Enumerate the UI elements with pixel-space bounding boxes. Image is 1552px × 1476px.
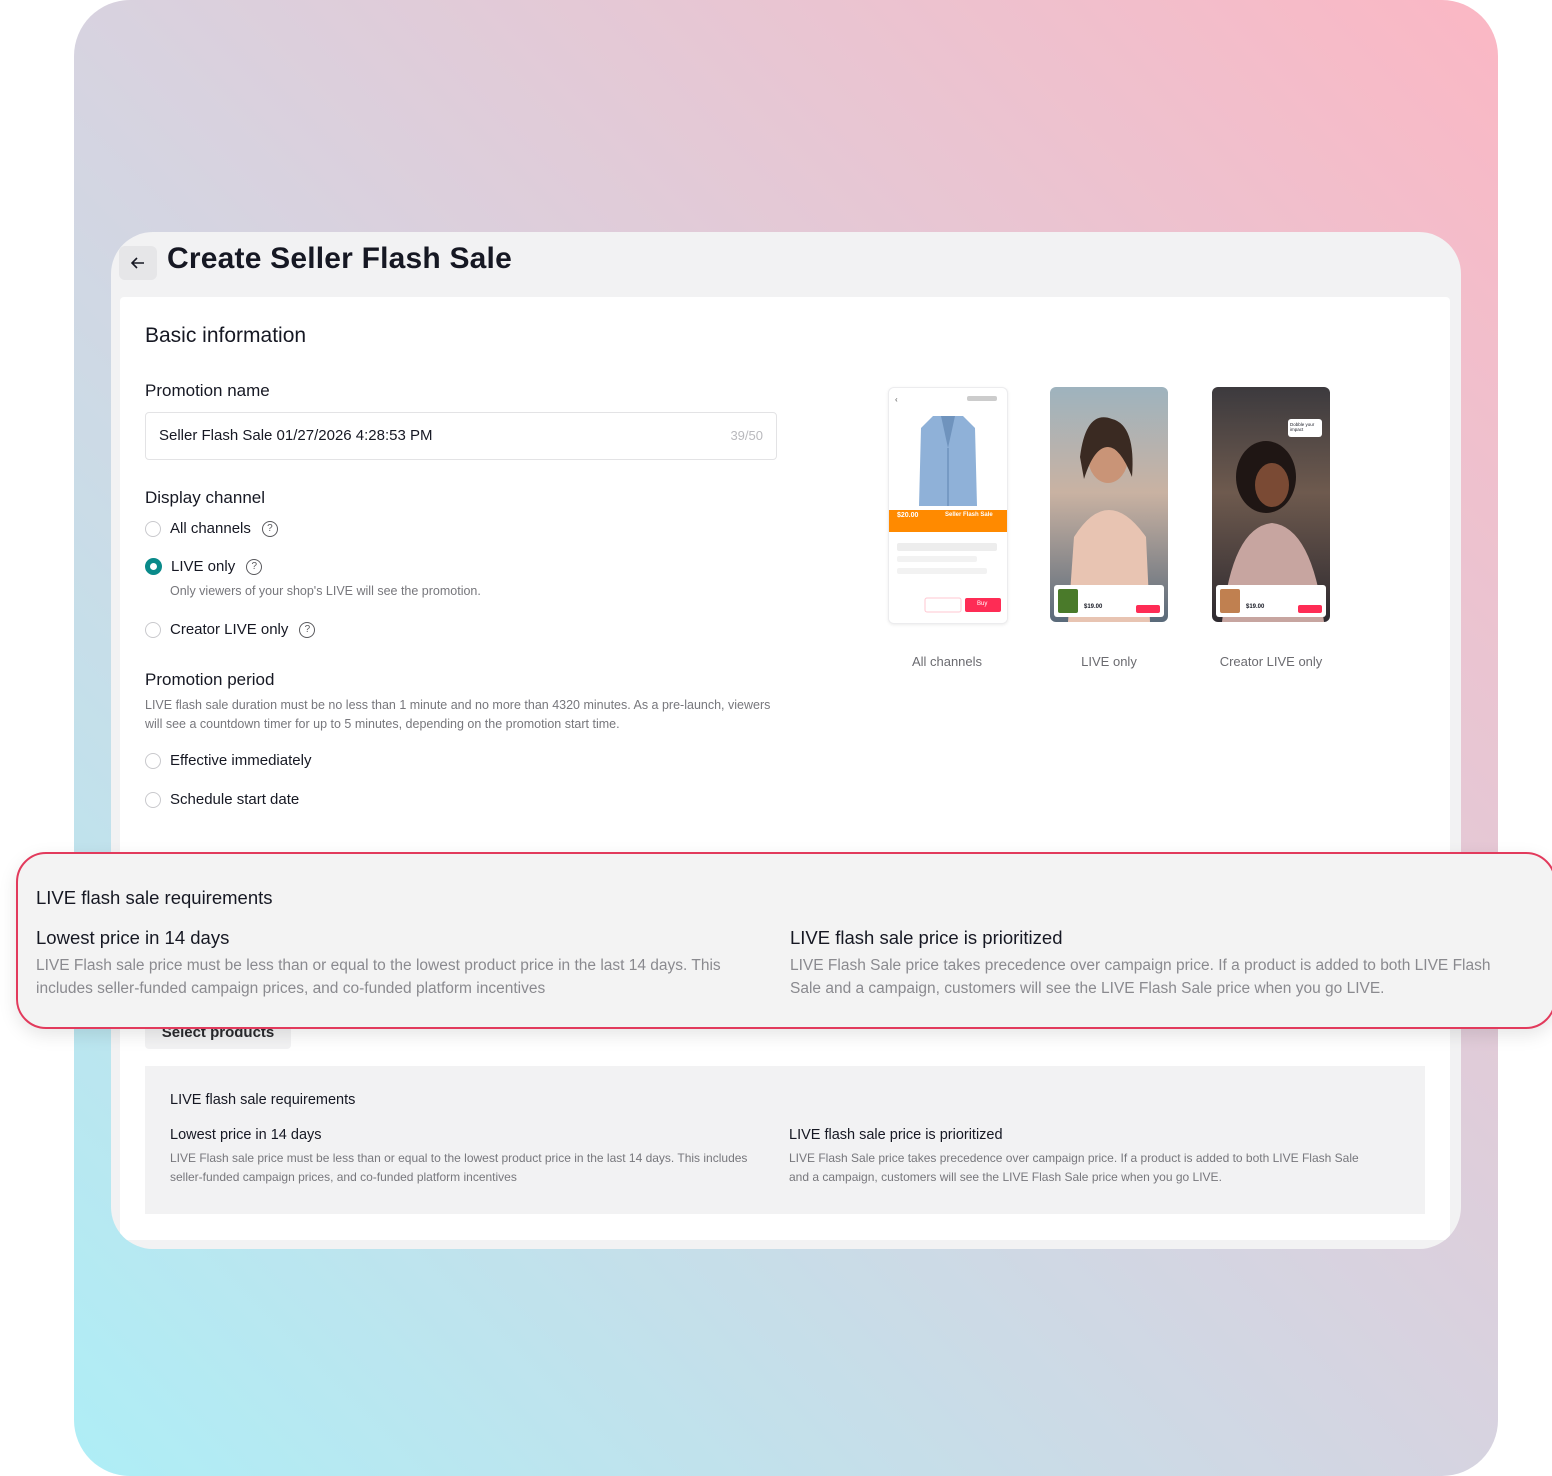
callout-text: LIVE Flash sale price must be less than …	[36, 957, 721, 997]
back-button[interactable]	[119, 246, 157, 280]
form-panel: Basic information Promotion name Seller …	[120, 297, 1450, 1240]
help-icon[interactable]: ?	[299, 621, 316, 638]
arrow-left-icon	[131, 257, 144, 269]
requirement-text: LIVE Flash sale price must be less than …	[170, 1151, 748, 1184]
radio-label: Schedule start date	[170, 791, 300, 808]
requirements-callout: LIVE flash sale requirements Lowest pric…	[16, 852, 1552, 1029]
radio-circle[interactable]	[145, 752, 161, 769]
preview-price: $20.00	[897, 512, 919, 519]
requirements-box: LIVE flash sale requirements Lowest pric…	[145, 1066, 1425, 1214]
requirement-heading: Lowest price in 14 days	[170, 1127, 322, 1143]
radio-schedule-start-date[interactable]: Schedule start date	[145, 791, 299, 808]
radio-circle[interactable]	[145, 621, 161, 638]
requirement-heading: LIVE flash sale price is prioritized	[789, 1127, 1003, 1143]
svg-text:‹: ‹	[895, 395, 898, 404]
radio-all-channels[interactable]: All channels ?	[145, 520, 278, 537]
radio-creator-live-only[interactable]: Creator LIVE only ?	[145, 621, 316, 638]
promotion-name-label: Promotion name	[145, 381, 270, 400]
callout-title: LIVE flash sale requirements	[36, 887, 273, 908]
page-title: Create Seller Flash Sale	[167, 242, 512, 275]
live-stream-mockup	[1054, 417, 1164, 622]
promotion-name-input[interactable]: Seller Flash Sale 01/27/2026 4:28:53 PM …	[145, 412, 777, 460]
help-icon[interactable]: ?	[261, 520, 278, 537]
char-count: 39/50	[730, 428, 763, 443]
radio-effective-immediately[interactable]: Effective immediately	[145, 752, 311, 769]
product-page-mockup: ‹	[889, 395, 1007, 623]
preview-buy: Buy	[977, 601, 988, 607]
radio-circle-checked[interactable]	[145, 558, 162, 575]
live-only-hint: Only viewers of your shop's LIVE will se…	[170, 584, 481, 598]
radio-circle[interactable]	[145, 791, 161, 808]
radio-label: Creator LIVE only	[170, 621, 289, 638]
preview-all-channels: ‹ $20.00 Seller Flash Sale Buy	[888, 387, 1008, 624]
radio-live-only[interactable]: LIVE only ?	[145, 558, 263, 575]
radio-label: All channels	[170, 520, 251, 537]
preview-creator-live-only: Dobble your impact $19.00	[1212, 387, 1330, 622]
preview-caption-live-only: LIVE only	[1081, 654, 1137, 669]
promotion-period-description: LIVE flash sale duration must be no less…	[145, 698, 771, 731]
callout-heading: LIVE flash sale price is prioritized	[790, 927, 1063, 948]
radio-circle[interactable]	[145, 520, 161, 537]
preview-price: $19.00	[1246, 604, 1265, 610]
requirements-title: LIVE flash sale requirements	[170, 1092, 356, 1108]
radio-label: Effective immediately	[170, 752, 312, 769]
callout-heading: Lowest price in 14 days	[36, 927, 230, 948]
requirement-text: LIVE Flash Sale price takes precedence o…	[789, 1151, 1359, 1184]
callout-text: LIVE Flash Sale price takes precedence o…	[790, 957, 1491, 997]
promotion-period-label: Promotion period	[145, 670, 275, 689]
display-channel-label: Display channel	[145, 488, 266, 507]
preview-bubble: Dobble your impact	[1290, 422, 1315, 432]
preview-banner: Seller Flash Sale	[945, 512, 993, 518]
help-icon[interactable]: ?	[246, 558, 263, 575]
preview-price: $19.00	[1084, 604, 1103, 610]
section-title-basic: Basic information	[145, 324, 307, 347]
preview-caption-creator-live-only: Creator LIVE only	[1219, 654, 1323, 669]
preview-caption-all-channels: All channels	[911, 654, 983, 669]
promotion-name-value: Seller Flash Sale 01/27/2026 4:28:53 PM	[159, 427, 433, 444]
radio-label: LIVE only	[171, 558, 236, 575]
app-window: Create Seller Flash Sale Basic informati…	[111, 232, 1461, 1249]
preview-live-only: $19.00	[1050, 387, 1168, 622]
